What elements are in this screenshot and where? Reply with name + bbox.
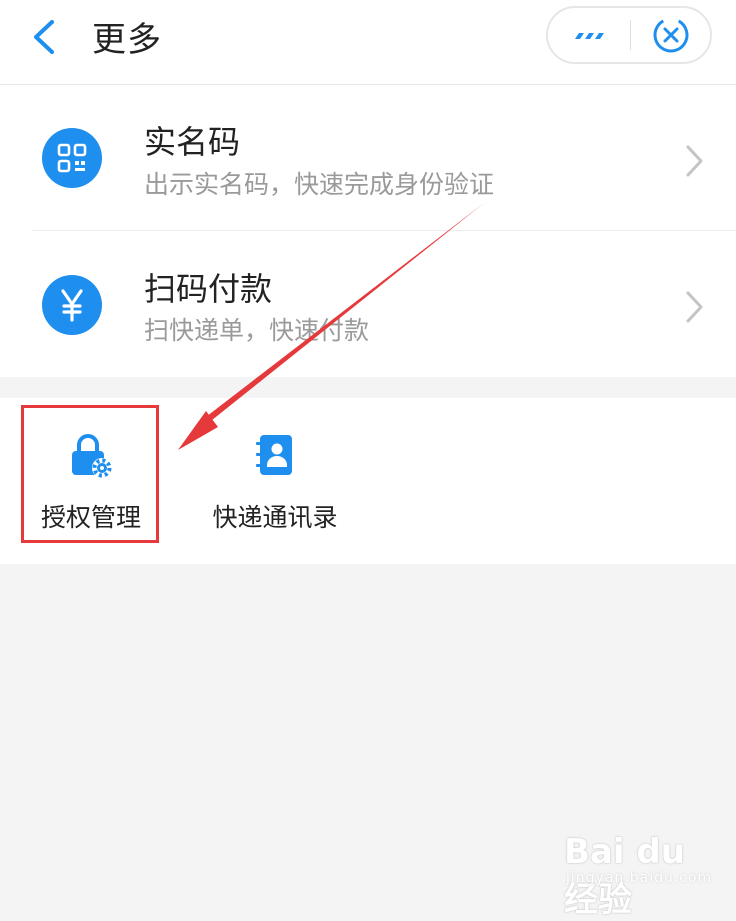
back-chevron-icon bbox=[34, 20, 54, 54]
list-item-subtitle: 出示实名码，快速完成身份验证 bbox=[144, 170, 495, 199]
list-item-title: 扫码付款 bbox=[144, 270, 273, 308]
grid-item-label: 授权管理 bbox=[40, 503, 141, 532]
list-item-real-name-code[interactable]: 实名码 出示实名码，快速完成身份验证 bbox=[0, 85, 736, 231]
list-item-scan-pay[interactable]: 扫码付款 扫快递单，快速付款 bbox=[0, 231, 736, 377]
tool-grid: 授权管理 快递通讯录 bbox=[0, 398, 736, 564]
feature-list: 实名码 出示实名码，快速完成身份验证 扫码付款 扫快递单，快速付款 bbox=[0, 85, 736, 377]
grid-item-authorization-management[interactable]: 授权管理 bbox=[22, 398, 160, 564]
contacts-book-icon bbox=[256, 435, 292, 475]
grid-item-courier-contacts[interactable]: 快递通讯录 bbox=[200, 398, 350, 564]
nav-bar: 更多 bbox=[0, 0, 736, 85]
back-button[interactable] bbox=[22, 14, 66, 60]
baidu-jingyan-watermark: Bai du 经验 jingyan.baidu.com bbox=[560, 818, 713, 920]
more-dots-icon bbox=[575, 33, 604, 39]
watermark-url: jingyan.baidu.com bbox=[566, 870, 713, 886]
page-title: 更多 bbox=[92, 20, 162, 60]
chevron-right-icon bbox=[686, 291, 703, 323]
qr-code-icon bbox=[42, 128, 102, 188]
more-options-button[interactable] bbox=[548, 8, 630, 62]
list-item-subtitle: 扫快递单，快速付款 bbox=[144, 316, 370, 345]
chevron-right-icon bbox=[686, 145, 703, 177]
yuan-icon bbox=[42, 275, 102, 335]
grid-item-label: 快递通讯录 bbox=[212, 503, 338, 532]
close-target-icon bbox=[653, 17, 689, 53]
list-item-title: 实名码 bbox=[144, 123, 241, 161]
mini-program-capsule bbox=[546, 6, 712, 64]
capsule-divider bbox=[630, 20, 631, 50]
close-mini-program-button[interactable] bbox=[632, 8, 710, 62]
lock-gear-icon bbox=[72, 434, 112, 478]
